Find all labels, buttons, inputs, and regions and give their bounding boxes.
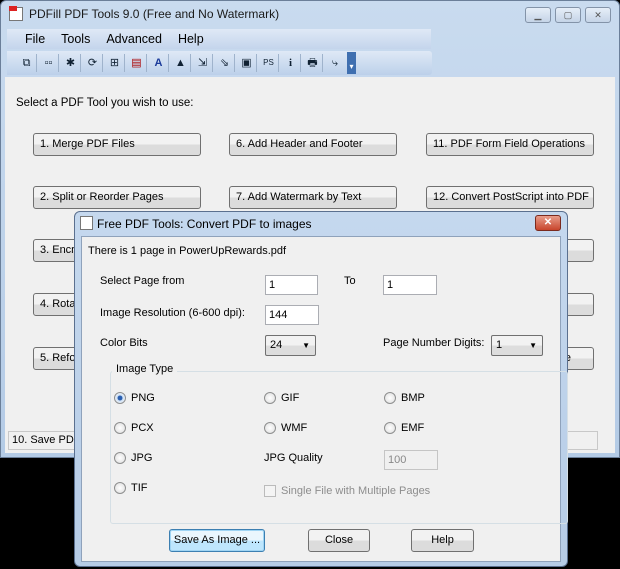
resolution-label: Image Resolution (6-600 dpi): bbox=[100, 307, 245, 319]
jpg-quality-label: JPG Quality bbox=[264, 452, 323, 464]
page-from-label: Select Page from bbox=[100, 275, 185, 287]
page-digits-label: Page Number Digits: bbox=[383, 337, 485, 349]
chevron-down-icon: ▼ bbox=[529, 341, 537, 350]
image-convert-icon[interactable]: ⤷ bbox=[325, 54, 345, 72]
prompt-text: Select a PDF Tool you wish to use: bbox=[16, 97, 194, 109]
reformat-icon[interactable]: ⊞ bbox=[105, 54, 125, 72]
radio-jpg[interactable]: JPG bbox=[114, 452, 152, 464]
pdfill-app-icon bbox=[9, 6, 23, 21]
page-from-input[interactable]: 1 bbox=[265, 275, 318, 295]
single-file-checkbox[interactable]: Single File with Multiple Pages bbox=[264, 485, 430, 497]
tool-postscript-button[interactable]: 12. Convert PostScript into PDF bbox=[426, 186, 594, 209]
image-type-group bbox=[110, 371, 568, 524]
maximize-button[interactable]: ▢ bbox=[555, 7, 581, 23]
tool-split-button[interactable]: 2. Split or Reorder Pages bbox=[33, 186, 201, 209]
image-to-pdf-icon[interactable]: ⇘ bbox=[215, 54, 235, 72]
page-to-label: To bbox=[344, 275, 356, 287]
close-button[interactable]: ✕ bbox=[585, 7, 611, 23]
menu-help[interactable]: Help bbox=[170, 32, 212, 46]
info-icon[interactable]: i bbox=[281, 54, 301, 72]
save-as-image-button[interactable]: Save As Image ... bbox=[169, 529, 265, 552]
dialog-close-button[interactable]: ✕ bbox=[535, 215, 561, 231]
dialog-title: Free PDF Tools: Convert PDF to images bbox=[97, 217, 312, 231]
merge-icon[interactable]: ⧉ bbox=[17, 54, 37, 72]
postscript-icon[interactable]: PS bbox=[259, 54, 279, 72]
form-field-icon[interactable]: ▣ bbox=[237, 54, 257, 72]
menu-advanced[interactable]: Advanced bbox=[98, 32, 170, 46]
radio-gif[interactable]: GIF bbox=[264, 392, 299, 404]
toolbar-overflow-icon[interactable]: ▾ bbox=[347, 52, 356, 74]
menu-tools[interactable]: Tools bbox=[53, 32, 98, 46]
color-bits-select[interactable]: 24 ▼ bbox=[265, 335, 316, 356]
radio-bmp[interactable]: BMP bbox=[384, 392, 425, 404]
window-title: PDFill PDF Tools 9.0 (Free and No Waterm… bbox=[9, 6, 279, 21]
pdf-to-image-icon[interactable]: ⇲ bbox=[193, 54, 213, 72]
radio-tif[interactable]: TIF bbox=[114, 482, 148, 494]
watermark-image-icon[interactable]: ▲ bbox=[171, 54, 191, 72]
chevron-down-icon: ▼ bbox=[302, 341, 310, 350]
color-bits-label: Color Bits bbox=[100, 337, 148, 349]
resolution-input[interactable]: 144 bbox=[265, 305, 319, 325]
radio-emf[interactable]: EMF bbox=[384, 422, 424, 434]
tool-form-field-button[interactable]: 11. PDF Form Field Operations bbox=[426, 133, 594, 156]
convert-dialog: Free PDF Tools: Convert PDF to images ✕ … bbox=[74, 211, 568, 567]
scan-icon[interactable]: 🖶 bbox=[303, 54, 323, 72]
pdfill-app-icon bbox=[80, 216, 93, 230]
encrypt-icon[interactable]: ✱ bbox=[61, 54, 81, 72]
tool-header-footer-button[interactable]: 6. Add Header and Footer bbox=[229, 133, 397, 156]
tool-merge-button[interactable]: 1. Merge PDF Files bbox=[33, 133, 201, 156]
page-digits-select[interactable]: 1 ▼ bbox=[491, 335, 543, 356]
radio-png[interactable]: PNG bbox=[114, 392, 155, 404]
rotate-icon[interactable]: ⟳ bbox=[83, 54, 103, 72]
toolbar: ⧉ ▫▫ ✱ ⟳ ⊞ ▤ A ▲ ⇲ ⇘ ▣ PS i 🖶 ⤷ ▾ bbox=[7, 51, 432, 75]
page-count-info: There is 1 page in PowerUpRewards.pdf bbox=[88, 245, 287, 257]
radio-pcx[interactable]: PCX bbox=[114, 422, 154, 434]
radio-wmf[interactable]: WMF bbox=[264, 422, 307, 434]
tool-watermark-text-button[interactable]: 7. Add Watermark by Text bbox=[229, 186, 397, 209]
jpg-quality-input[interactable]: 100 bbox=[384, 450, 438, 470]
menu-bar: File Tools Advanced Help bbox=[7, 29, 431, 49]
header-footer-icon[interactable]: ▤ bbox=[127, 54, 147, 72]
split-icon[interactable]: ▫▫ bbox=[39, 54, 59, 72]
minimize-button[interactable]: ▁ bbox=[525, 7, 551, 23]
page-to-input[interactable]: 1 bbox=[383, 275, 437, 295]
close-dialog-button[interactable]: Close bbox=[308, 529, 370, 552]
help-button[interactable]: Help bbox=[411, 529, 474, 552]
image-type-label: Image Type bbox=[112, 363, 178, 375]
menu-file[interactable]: File bbox=[17, 32, 53, 46]
watermark-text-icon[interactable]: A bbox=[149, 54, 169, 72]
